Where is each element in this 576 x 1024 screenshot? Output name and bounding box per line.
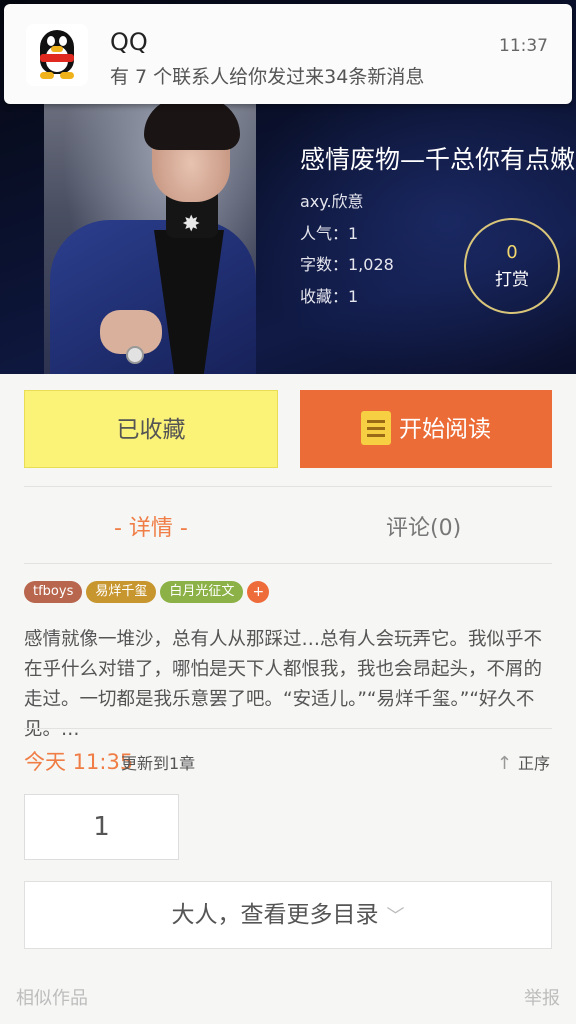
penguin-beak [51, 46, 63, 52]
penguin-scarf [40, 54, 74, 62]
penguin-eye-left [47, 36, 55, 46]
watch-icon [126, 346, 144, 364]
more-catalog-button[interactable]: 大人，查看更多目录 ﹀ [24, 881, 552, 949]
notification-app-name: QQ [110, 28, 148, 56]
report-link[interactable]: 举报 [524, 984, 560, 1010]
hero-glow [236, 60, 576, 374]
more-catalog-label: 大人，查看更多目录 [171, 902, 379, 928]
tag-list: tfboys 易烊千玺 白月光征文 + [24, 581, 273, 603]
sort-toggle[interactable]: ↑ 正序 [497, 750, 550, 774]
notification-time: 11:37 [499, 36, 548, 56]
penguin-foot-left [40, 72, 54, 79]
reward-label: 打赏 [495, 270, 529, 290]
start-reading-button[interactable]: 开始阅读 [300, 390, 552, 468]
cover-jacket [50, 220, 256, 374]
divider [24, 486, 552, 487]
update-text: 更新到1章 [121, 754, 196, 773]
tag-chip[interactable]: 白月光征文 [160, 581, 244, 603]
penguin-eye-right [59, 36, 67, 46]
arrow-up-icon: ↑ [496, 753, 512, 774]
chapter-item[interactable]: 1 [24, 794, 179, 860]
book-popularity: 人气：1 [300, 224, 359, 243]
add-tag-button[interactable]: + [247, 581, 270, 603]
brooch-icon: ✸ [182, 212, 201, 237]
update-time: 今天 11:35 [24, 750, 134, 774]
reward-button[interactable]: 0 打赏 [464, 218, 560, 314]
tag-chip[interactable]: tfboys [24, 581, 83, 603]
book-word-count: 字数：1,028 [300, 255, 394, 274]
book-favorites: 收藏：1 [300, 287, 359, 306]
notification-message: 有 7 个联系人给你发过来34条新消息 [110, 66, 425, 88]
penguin-foot-right [60, 72, 74, 79]
book-cover-image[interactable]: ✸ [44, 100, 256, 374]
similar-works-link[interactable]: 相似作品 [16, 984, 88, 1010]
book-author[interactable]: axy.欣意 [300, 188, 364, 212]
chevron-down-icon: ﹀ [386, 906, 405, 927]
book-description[interactable]: 感情就像一堆沙，总有人从那踩过…总有人会玩弄它。我似乎不在乎什么对错了，哪怕是天… [24, 625, 554, 745]
tab-detail[interactable]: - 详情 - [114, 510, 188, 542]
book-title: 感情废物—千总你有点嫩 [300, 145, 576, 174]
tag-chip[interactable]: 易烊千玺 [86, 581, 157, 603]
qq-penguin-icon [26, 24, 88, 86]
cover-hair [144, 100, 240, 150]
tab-comments[interactable]: 评论(0) [386, 510, 461, 542]
sort-label: 正序 [517, 754, 550, 773]
book-icon [361, 410, 391, 445]
start-reading-label: 开始阅读 [399, 416, 491, 443]
favorited-button[interactable]: 已收藏 [24, 390, 278, 468]
qq-notification[interactable]: QQ 有 7 个联系人给你发过来34条新消息 11:37 [4, 4, 572, 104]
divider [24, 728, 552, 729]
divider [24, 563, 552, 564]
reward-count: 0 [506, 242, 518, 263]
